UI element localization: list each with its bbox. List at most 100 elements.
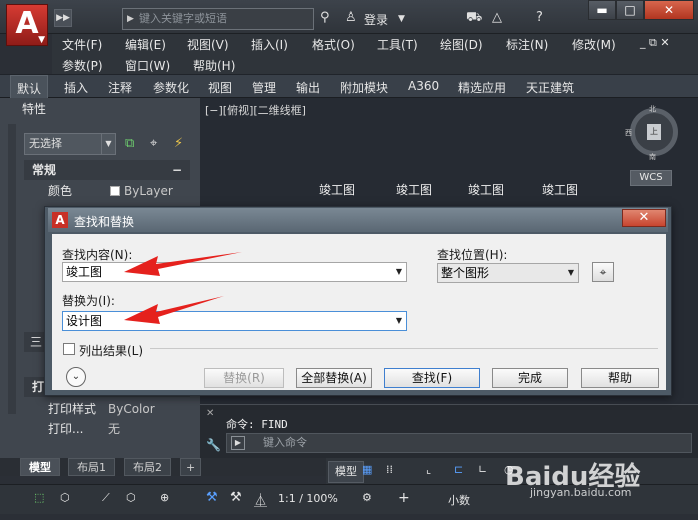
menu-parameters[interactable]: 参数(P) — [62, 57, 103, 74]
replace-button[interactable]: 替换(R) — [204, 368, 284, 388]
dynamic-ucs-icon[interactable]: ⟋ — [102, 491, 110, 505]
command-input[interactable]: ▶ 键入命令 — [226, 433, 692, 453]
tab-a360[interactable]: A360 — [408, 79, 439, 93]
tab-featured-apps[interactable]: 精选应用 — [458, 79, 506, 96]
workspace-gear-icon[interactable]: ⚙ — [362, 491, 372, 504]
drawing-text[interactable]: 竣工图 — [468, 181, 504, 198]
annotation-arrows — [124, 252, 242, 324]
tab-output[interactable]: 输出 — [296, 79, 320, 96]
select-objects-icon[interactable]: ⌖ — [150, 136, 157, 151]
location-dropdown[interactable]: 整个图形 ▼ — [437, 263, 579, 283]
viewcube-top-face[interactable]: 上 — [647, 124, 661, 140]
viewcube[interactable]: 上 — [630, 108, 678, 156]
auto-scale-icon[interactable]: ⚒ — [230, 490, 242, 505]
drawing-text[interactable]: 竣工图 — [542, 181, 578, 198]
dynamic-input-icon[interactable]: ⊏ — [454, 463, 463, 476]
tab-layout2[interactable]: 布局2 — [124, 458, 171, 476]
section-general[interactable]: 常规 − — [24, 160, 190, 180]
isodraft-icon[interactable]: ⬚ — [34, 491, 44, 504]
add-layout-button[interactable]: + — [180, 458, 202, 476]
dialog-title-bar[interactable] — [48, 208, 668, 232]
chevron-down-icon[interactable]: ▼ — [396, 263, 402, 281]
quick-select-icon[interactable]: ⚡ — [174, 136, 183, 151]
tab-tangent[interactable]: 天正建筑 — [526, 79, 574, 96]
replace-all-button[interactable]: 全部替换(A) — [296, 368, 372, 388]
tab-annotate[interactable]: 注释 — [108, 79, 132, 96]
selection-filter-icon[interactable]: ⬡ — [126, 491, 136, 504]
units-dropdown[interactable]: 小数 — [448, 492, 470, 508]
menu-window[interactable]: 窗口(W) — [125, 57, 170, 74]
annotation-scale-icon[interactable]: ⏅ — [254, 490, 267, 509]
replace-label: 替换为(I): — [62, 294, 115, 308]
close-command-icon[interactable]: ✕ — [206, 408, 214, 419]
command-prompt-icon: ▶ — [231, 436, 245, 450]
annotation-visibility-icon[interactable]: ⚒ — [206, 490, 218, 505]
close-button[interactable]: ✕ — [644, 0, 694, 20]
gizmo-icon[interactable]: ⊕ — [160, 491, 169, 504]
expand-options-button[interactable]: ⌄ — [66, 367, 86, 387]
property-label: 打印... — [48, 422, 84, 436]
snap-icon[interactable]: ⁞⁞ — [386, 463, 393, 476]
a360-icon[interactable]: △ — [492, 10, 502, 25]
property-row-color[interactable]: 颜色 ByLayer — [24, 181, 194, 201]
palette-side-bar[interactable] — [8, 124, 16, 414]
done-button[interactable]: 完成 — [492, 368, 568, 388]
annotation-scale-value[interactable]: 1:1 / 100% — [278, 492, 338, 505]
binoculars-icon[interactable]: ⚲ — [320, 10, 330, 25]
tab-insert[interactable]: 插入 — [64, 79, 88, 96]
drawing-text[interactable]: 竣工图 — [319, 181, 355, 198]
wrench-icon[interactable]: 🔧 — [206, 438, 221, 452]
drawing-text[interactable]: 竣工图 — [396, 181, 432, 198]
menu-file[interactable]: 文件(F) — [62, 36, 102, 53]
help-icon[interactable]: ? — [536, 10, 543, 25]
tab-model[interactable]: 模型 — [20, 458, 60, 476]
tab-addins[interactable]: 附加模块 — [340, 79, 388, 96]
location-label: 查找位置(H): — [437, 248, 508, 262]
menu-draw[interactable]: 绘图(D) — [440, 36, 483, 53]
menu-modify[interactable]: 修改(M) — [572, 36, 616, 53]
property-value: 无 — [108, 422, 121, 436]
3d-osnap-icon[interactable]: ⬡ — [60, 491, 70, 504]
minimize-button[interactable]: ▬ — [588, 0, 616, 20]
ortho-icon[interactable]: ∟ — [478, 463, 487, 476]
property-label: 颜色 — [48, 184, 73, 198]
menu-format[interactable]: 格式(O) — [312, 36, 355, 53]
autocad-icon: A — [52, 212, 68, 228]
infer-constraints-icon[interactable]: ⌞ — [426, 463, 431, 476]
autocad-logo-button[interactable]: A ▼ — [6, 4, 48, 46]
tab-parametric[interactable]: 参数化 — [153, 79, 189, 96]
login-dropdown-icon[interactable]: ▼ — [398, 14, 405, 24]
search-input[interactable]: ▶ 键入关键字或短语 — [122, 8, 314, 30]
viewcube-north-label: 北 — [649, 105, 656, 113]
document-window-controls[interactable]: _ ⧉ ✕ — [640, 36, 670, 50]
maximize-button[interactable]: □ — [616, 0, 644, 20]
menu-insert[interactable]: 插入(I) — [251, 36, 288, 53]
find-button[interactable]: 查找(F) — [384, 368, 480, 388]
wcs-menu-button[interactable]: WCS — [630, 170, 672, 186]
viewport-controls-label[interactable]: [−][俯视][二维线框] — [205, 102, 306, 118]
property-row-print-style[interactable]: 打印样式 ByColor — [24, 399, 194, 419]
dialog-close-button[interactable]: ✕ — [622, 209, 666, 227]
tab-view[interactable]: 视图 — [208, 79, 232, 96]
select-objects-button[interactable]: ⌖ — [592, 262, 614, 282]
menu-view[interactable]: 视图(V) — [187, 36, 229, 53]
chevron-down-icon[interactable]: ▼ — [396, 312, 402, 330]
grid-icon[interactable]: ▦ — [362, 463, 372, 476]
list-results-checkbox[interactable] — [63, 343, 75, 355]
menu-edit[interactable]: 编辑(E) — [125, 36, 166, 53]
tab-layout1[interactable]: 布局1 — [68, 458, 115, 476]
login-button[interactable]: 登录 — [364, 11, 388, 28]
model-space-button[interactable]: 模型 — [328, 461, 364, 483]
tab-default[interactable]: 默认 — [10, 75, 49, 98]
property-row-print-more[interactable]: 打印... 无 — [24, 419, 194, 439]
toggle-pickadd-icon[interactable]: ⧉ — [125, 136, 134, 151]
cart-icon[interactable]: ⛟ — [466, 10, 482, 27]
menu-tools[interactable]: 工具(T) — [377, 36, 418, 53]
selection-dropdown[interactable]: 无选择 ▼ — [24, 133, 116, 155]
add-icon[interactable]: + — [398, 490, 410, 506]
help-button[interactable]: 帮助 — [581, 368, 659, 388]
tab-manage[interactable]: 管理 — [252, 79, 276, 96]
quick-access-expand-button[interactable]: ▶▶ — [54, 9, 72, 27]
menu-dimension[interactable]: 标注(N) — [506, 36, 548, 53]
menu-help[interactable]: 帮助(H) — [193, 57, 235, 74]
